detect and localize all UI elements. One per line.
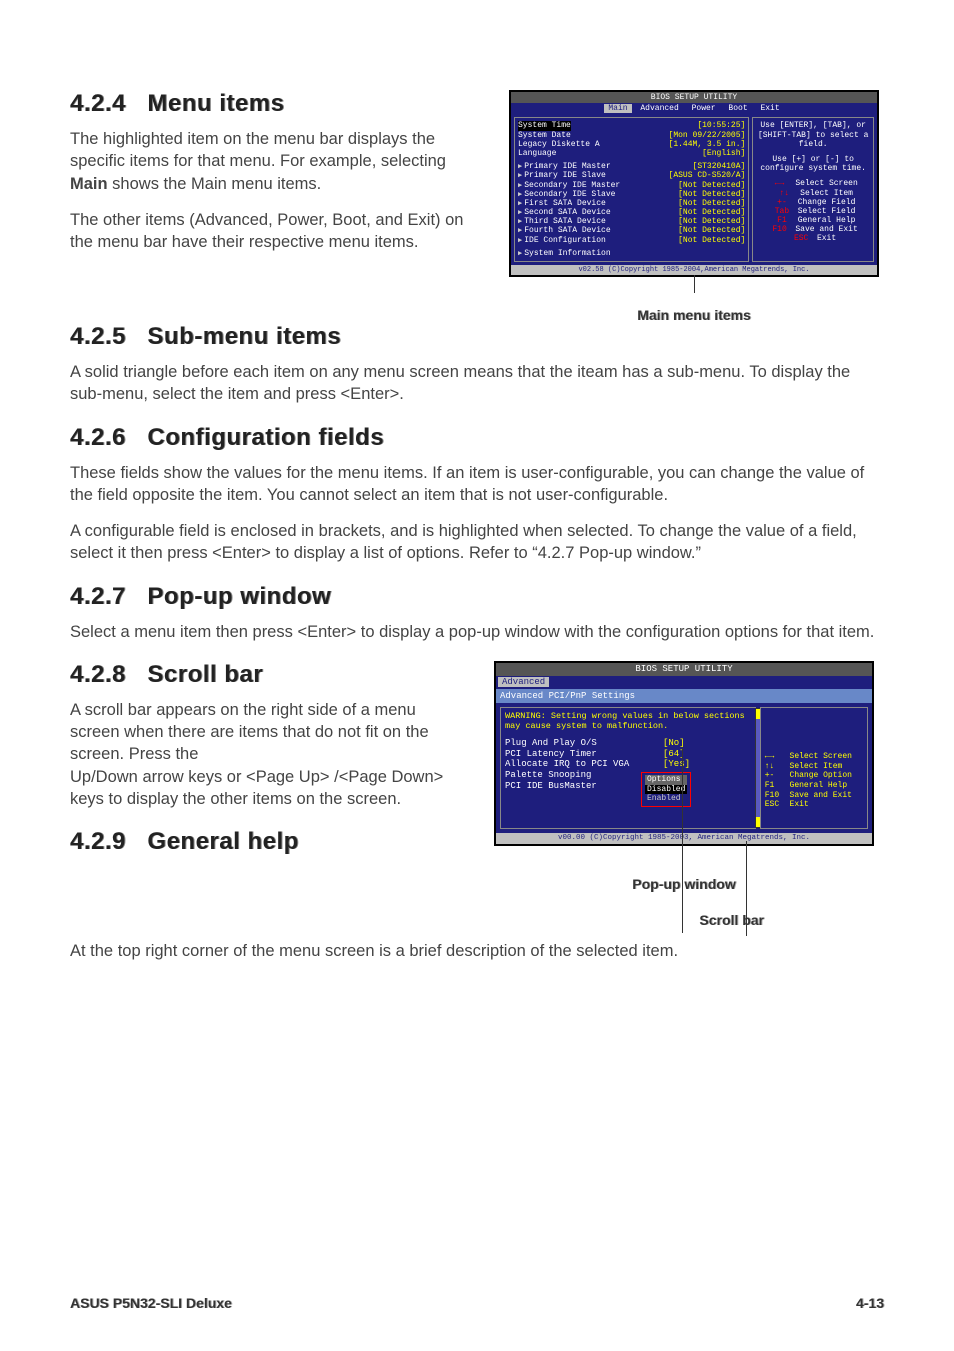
para-425-1: A solid triangle before each item on any… [70,361,884,406]
bios2-title: BIOS SETUP UTILITY [496,663,872,676]
heading-426: 4.2.6 Configuration fields [70,424,884,452]
bios1-help-1: Use [ENTER], [TAB], or [SHIFT-TAB] to se… [756,121,870,149]
heading-424: 4.2.4 Menu items [70,90,484,118]
bios1-key-help: ←→ Select Screen↑↓ Select Item+- Change … [756,179,870,243]
heading-427: 4.2.7 Pop-up window [70,583,884,611]
para-424-2: The other items (Advanced, Power, Boot, … [70,209,484,254]
bios1-tabs: Main Advanced Power Boot Exit [511,103,877,114]
bios1-title: BIOS SETUP UTILITY [511,92,877,103]
bios2-popup: Options Disabled Enabled [641,772,691,807]
caption-main-items: Main menu items [504,307,884,323]
footer-left: ASUS P5N32-SLI Deluxe [70,1295,232,1311]
bios1-tab-boot: Boot [724,104,751,113]
bios-popup-screenshot: BIOS SETUP UTILITY Advanced Advanced PCI… [494,661,874,846]
heading-429: 4.2.9 General help [70,828,464,856]
bios1-help-2: Use [+] or [-] to configure system time. [756,155,870,173]
para-428-2: Up/Down arrow keys or <Page Up> /<Page D… [70,766,464,811]
footer-right: 4-13 [856,1295,884,1311]
bios2-subheader: Advanced PCI/PnP Settings [496,689,872,704]
bios1-right-pane: Use [ENTER], [TAB], or [SHIFT-TAB] to se… [752,117,874,262]
para-428-1: A scroll bar appears on the right side o… [70,699,464,766]
bios2-tab-advanced: Advanced [498,677,549,687]
bios1-tab-power: Power [688,104,720,113]
bios2-key-help: ←→ Select Screen↑↓ Select Item+- Change … [765,752,863,810]
bios1-tab-exit: Exit [756,104,783,113]
para-424-1: The highlighted item on the menu bar dis… [70,128,484,195]
callout-line-popup [682,748,683,933]
bios1-tab-main: Main [604,104,631,113]
caption-scrollbar: Scroll bar [699,912,764,928]
page-footer: ASUS P5N32-SLI Deluxe 4-13 [70,1295,884,1311]
bios-main-screenshot: BIOS SETUP UTILITY Main Advanced Power B… [509,90,879,277]
bios2-tabs: Advanced [496,676,872,689]
bios1-footer: v02.58 (C)Copyright 1985-2004,American M… [511,265,877,275]
para-427-1: Select a menu item then press <Enter> to… [70,621,884,643]
para-426-2: A configurable field is enclosed in brac… [70,520,884,565]
bios2-left-pane: WARNING: Setting wrong values in below s… [500,707,756,829]
para-429-1: At the top right corner of the menu scre… [70,940,884,962]
para-426-1: These fields show the values for the men… [70,462,884,507]
bios1-tab-advanced: Advanced [636,104,682,113]
bios2-footer: v00.00 (C)Copyright 1985-2003, American … [496,833,872,844]
bios2-warning: WARNING: Setting wrong values in below s… [505,712,751,732]
heading-425: 4.2.5 Sub-menu items [70,323,884,351]
page-content: 4.2.4 Menu items The highlighted item on… [70,90,884,963]
bios1-left-pane: System Time[10:55:25]System Date[Mon 09/… [514,117,749,262]
bios2-right-pane: ←→ Select Screen↑↓ Select Item+- Change … [760,707,868,829]
caption-popup: Pop-up window [484,876,884,892]
heading-428: 4.2.8 Scroll bar [70,661,464,689]
callout-line-scrollbar [746,841,747,936]
